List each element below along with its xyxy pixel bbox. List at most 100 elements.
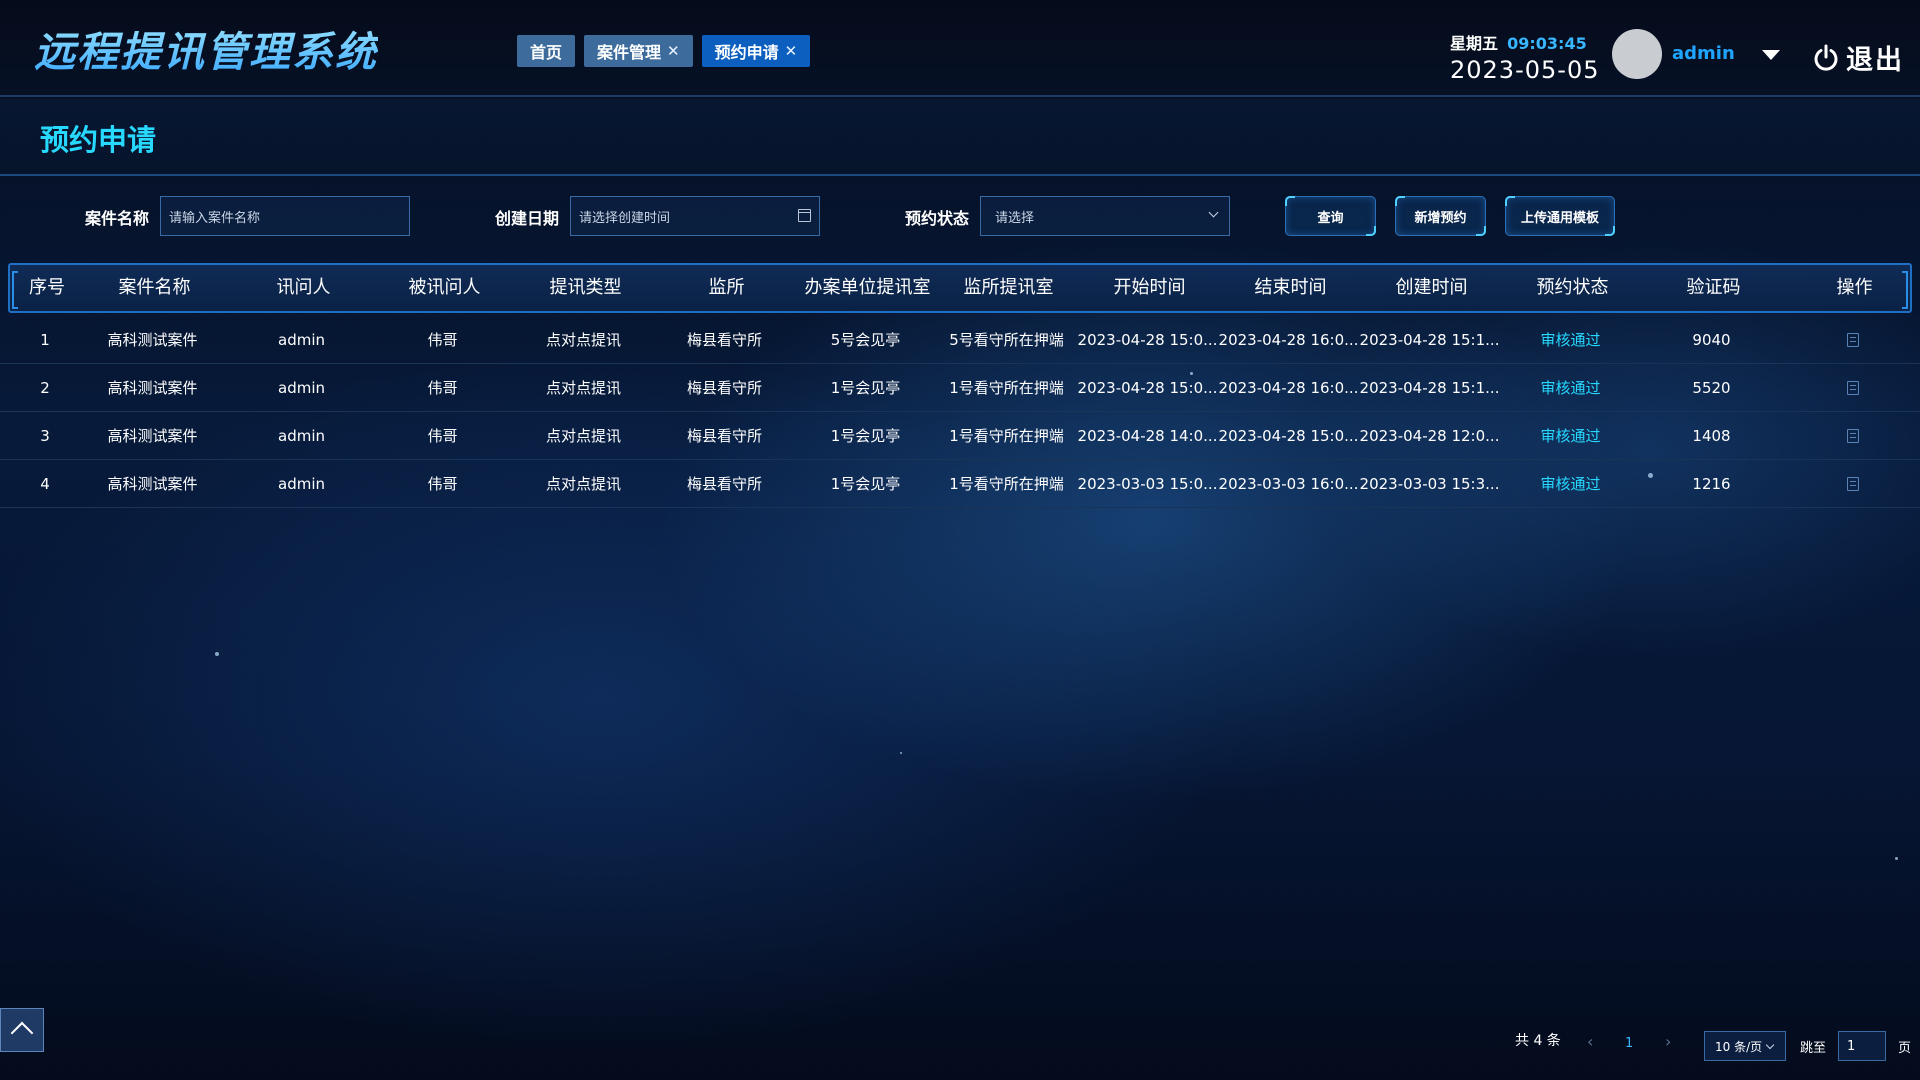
jump-page-input[interactable]: 1	[1838, 1031, 1886, 1061]
table-cell: 2	[40, 379, 50, 397]
table-cell: 点对点提讯	[545, 475, 621, 493]
table-row[interactable]: 3 高科测试案件 admin 伟哥 点对点提讯 梅县看守所 1号会见亭 1号看守所在押端 202…	[0, 412, 1920, 460]
case-name-label: 案件名称	[85, 209, 150, 228]
case-name-placeholder: 请输入案件名称	[169, 210, 261, 226]
chevron-down-icon	[1765, 1040, 1775, 1050]
next-page-button[interactable]: ›	[1665, 1032, 1671, 1051]
page-size-select[interactable]: 10 条/页	[1704, 1031, 1786, 1061]
document-icon[interactable]	[1846, 429, 1859, 443]
tab-label: 预约申请	[714, 43, 779, 62]
table-cell: 1号会见亭	[830, 427, 901, 445]
table-row[interactable]: 4 高科测试案件 admin 伟哥 点对点提讯 梅县看守所 1号会见亭 1号看守所在押端 202…	[0, 460, 1920, 508]
table-cell: 高科测试案件	[107, 379, 198, 397]
tab-strip: 首页 案件管理 ✕ 预约申请 ✕	[517, 35, 811, 67]
star-decoration	[1895, 857, 1898, 860]
table-cell: admin	[278, 379, 325, 397]
add-appointment-button[interactable]: 新增预约	[1395, 196, 1486, 236]
status-select[interactable]: 请选择	[980, 196, 1230, 236]
total-count: 共 4 条	[1515, 1033, 1561, 1049]
app-title: 远程提讯管理系统	[34, 18, 378, 78]
created-date-label: 创建日期	[495, 209, 560, 228]
table-cell: 3	[40, 427, 50, 445]
column-header: 监所提讯室	[963, 277, 1054, 298]
status-badge: 审核通过	[1540, 331, 1601, 349]
star-decoration	[900, 752, 902, 754]
column-header: 创建时间	[1395, 277, 1468, 298]
clock: 星期五 09:03:45 2023-05-05	[1450, 30, 1599, 84]
jump-label: 跳至	[1800, 1041, 1827, 1056]
column-header: 案件名称	[118, 277, 191, 298]
table-cell: 5号看守所在押端	[949, 331, 1064, 349]
logout-label: 退出	[1846, 45, 1904, 76]
column-header: 操作	[1836, 277, 1873, 298]
table-cell: 1号看守所在押端	[949, 427, 1064, 445]
table-cell: 1号会见亭	[830, 379, 901, 397]
column-header: 办案单位提讯室	[804, 277, 931, 298]
close-icon[interactable]: ✕	[785, 42, 798, 60]
table-cell: 5号会见亭	[830, 331, 901, 349]
tab-label: 案件管理	[597, 43, 662, 62]
case-name-input[interactable]: 请输入案件名称	[160, 196, 410, 236]
weekday: 星期五	[1450, 34, 1499, 53]
table-cell: 梅县看守所	[686, 331, 762, 349]
document-icon[interactable]	[1846, 381, 1859, 395]
table-cell: 伟哥	[427, 475, 458, 493]
table-cell: 2023-04-28 12:0...	[1359, 427, 1500, 445]
table-cell: 2023-04-28 15:1...	[1359, 379, 1500, 397]
tab-home[interactable]: 首页	[517, 35, 576, 67]
page-title-bar: 预约申请	[0, 99, 1920, 176]
created-date-placeholder: 请选择创建时间	[579, 210, 671, 226]
table-cell: 2023-04-28 15:0...	[1077, 379, 1218, 397]
calendar-icon	[798, 209, 811, 222]
table-cell: admin	[278, 331, 325, 349]
table-cell: 1408	[1692, 427, 1731, 445]
status-badge: 审核通过	[1540, 427, 1601, 445]
table-cell: 伟哥	[427, 331, 458, 349]
table-cell: 高科测试案件	[107, 331, 198, 349]
page-size-value: 10 条/页	[1715, 1039, 1763, 1054]
prev-page-button[interactable]: ‹	[1587, 1032, 1593, 1051]
avatar[interactable]	[1612, 29, 1662, 79]
table-row[interactable]: 1 高科测试案件 admin 伟哥 点对点提讯 梅县看守所 5号会见亭 5号看守所在押端 202…	[0, 316, 1920, 364]
top-bar: 远程提讯管理系统 首页 案件管理 ✕ 预约申请 ✕ 星期五 09:03:45 2…	[0, 0, 1920, 97]
table-cell: 点对点提讯	[545, 379, 621, 397]
column-header: 提讯类型	[549, 277, 622, 298]
status-badge: 审核通过	[1540, 475, 1601, 493]
tab-case-management[interactable]: 案件管理 ✕	[584, 35, 693, 67]
status-placeholder: 请选择	[995, 210, 1035, 226]
table-cell: 1号看守所在押端	[949, 379, 1064, 397]
current-page[interactable]: 1	[1625, 1036, 1633, 1051]
column-header: 验证码	[1686, 277, 1741, 298]
star-decoration	[215, 652, 219, 656]
column-header: 被讯问人	[408, 277, 481, 298]
table-header: 序号 案件名称 讯问人 被讯问人 提讯类型 监所 办案单位提讯室 监所提讯室 开…	[8, 263, 1912, 313]
table-cell: 2023-03-03 15:3...	[1359, 475, 1500, 493]
table-cell: 2023-04-28 16:0...	[1218, 379, 1359, 397]
column-header: 结束时间	[1254, 277, 1327, 298]
document-icon[interactable]	[1846, 333, 1859, 347]
tab-appointment-request[interactable]: 预约申请 ✕	[701, 35, 811, 67]
table-cell: 梅县看守所	[686, 427, 762, 445]
column-header: 讯问人	[276, 277, 331, 298]
table-cell: 1	[40, 331, 50, 349]
table-cell: 1号会见亭	[830, 475, 901, 493]
table-row[interactable]: 2 高科测试案件 admin 伟哥 点对点提讯 梅县看守所 1号会见亭 1号看守所在押端 202…	[0, 364, 1920, 412]
upload-template-button[interactable]: 上传通用模板	[1505, 196, 1615, 236]
created-date-picker[interactable]: 请选择创建时间	[570, 196, 820, 236]
query-button[interactable]: 查询	[1285, 196, 1376, 236]
username[interactable]: admin	[1672, 43, 1735, 64]
table-cell: 伟哥	[427, 427, 458, 445]
column-header: 序号	[29, 277, 65, 298]
scroll-to-top-button[interactable]	[0, 1008, 44, 1052]
table-cell: 2023-03-03 15:0...	[1077, 475, 1218, 493]
table-cell: 2023-04-28 15:0...	[1218, 427, 1359, 445]
table-cell: 4	[40, 475, 50, 493]
table-cell: 2023-04-28 15:0...	[1077, 331, 1218, 349]
table-cell: 1号看守所在押端	[949, 475, 1064, 493]
close-icon[interactable]: ✕	[667, 42, 680, 60]
column-header: 监所	[708, 277, 745, 298]
table-cell: 9040	[1692, 331, 1731, 349]
chevron-down-icon[interactable]	[1762, 50, 1780, 60]
document-icon[interactable]	[1846, 477, 1859, 491]
logout-button[interactable]: 退出	[1812, 38, 1904, 77]
